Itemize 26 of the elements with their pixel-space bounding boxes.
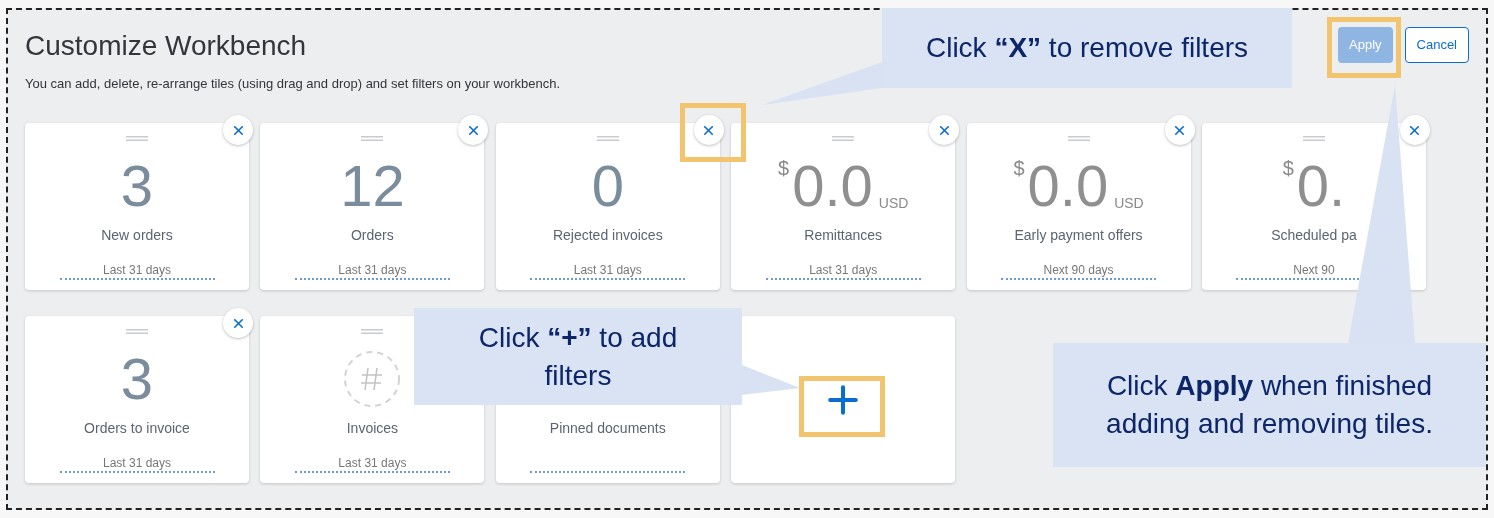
tile-label: Rejected invoices bbox=[552, 226, 663, 244]
hint-tooltip: Click Apply when finished adding and removing tiles. bbox=[1053, 343, 1486, 467]
tile-label: Invoices bbox=[346, 419, 399, 437]
currency-symbol: $ bbox=[778, 157, 790, 179]
tile-value: 0.0 bbox=[1027, 155, 1109, 217]
currency-symbol: $ bbox=[1282, 157, 1294, 179]
hint-tooltip: Click “+” to add filters bbox=[414, 308, 742, 405]
tile-value: 12 bbox=[340, 155, 405, 217]
tile-label: Orders to invoice bbox=[84, 419, 190, 437]
currency-code: USD bbox=[878, 195, 909, 211]
hint-tooltip: Click “X” to remove filters bbox=[882, 8, 1292, 88]
tile-value: 3 bbox=[120, 348, 154, 410]
tile-value: 0.0 bbox=[792, 155, 873, 217]
tile-value: 0 bbox=[591, 155, 624, 217]
currency-code: USD bbox=[1114, 195, 1144, 211]
tile-value: 3 bbox=[120, 155, 154, 217]
currency-symbol: $ bbox=[1013, 157, 1025, 179]
tile-label: Orders bbox=[351, 226, 394, 244]
tile-value: 0. bbox=[1296, 155, 1346, 217]
page-title: Customize Workbench bbox=[25, 29, 308, 63]
tile-label: Scheduled pa bbox=[1271, 226, 1357, 244]
tile-label: Pinned documents bbox=[549, 419, 666, 437]
tile-label: Remittances bbox=[804, 226, 883, 244]
page-description: You can add, delete, re-arrange tiles (using drag and drop) and set filters on your workbench. bbox=[25, 76, 560, 92]
tile-label: Early payment offers bbox=[1014, 226, 1143, 244]
tile-label: New orders bbox=[101, 226, 173, 244]
